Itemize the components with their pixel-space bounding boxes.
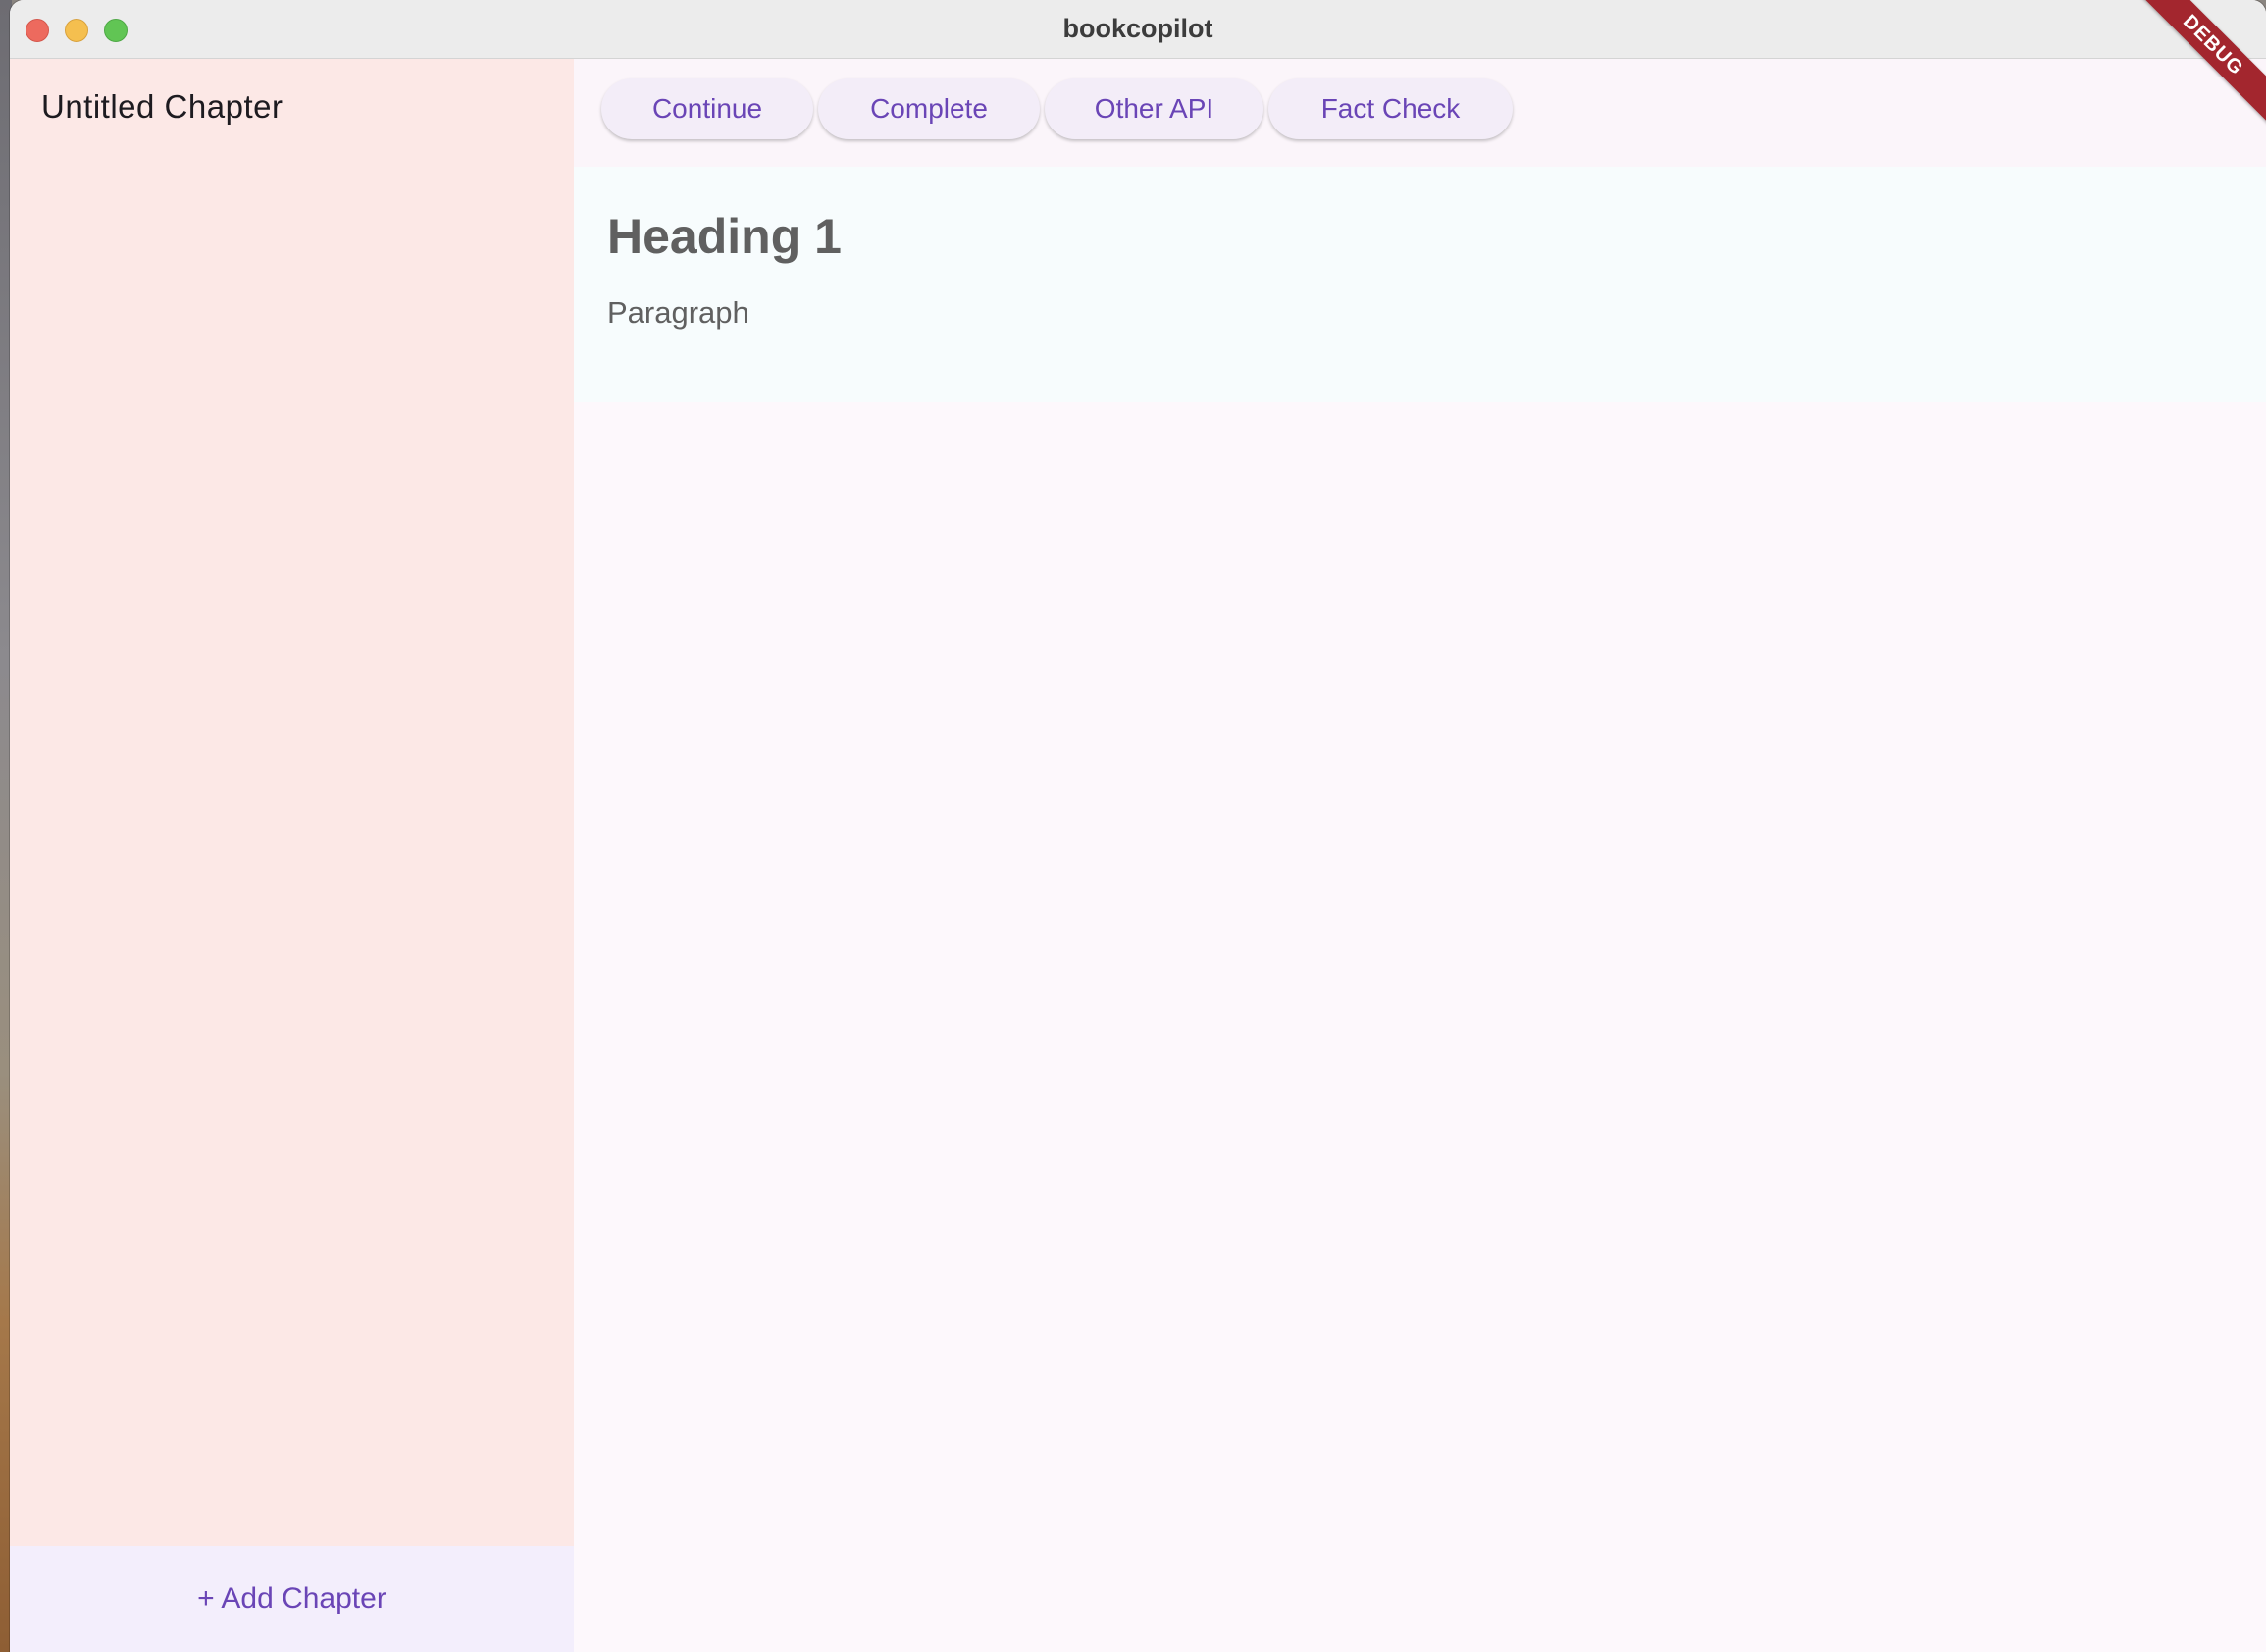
fact-check-button[interactable]: Fact Check	[1268, 78, 1513, 139]
other-api-button[interactable]: Other API	[1045, 78, 1263, 139]
editor-area[interactable]: Heading 1 Paragraph	[574, 167, 2266, 402]
toolbar: Continue Complete Other API Fact Check	[574, 59, 2266, 167]
sidebar-item-chapter[interactable]: Untitled Chapter	[41, 88, 283, 126]
main-panel: Continue Complete Other API Fact Check H…	[574, 59, 2266, 1652]
editor-paragraph[interactable]: Paragraph	[607, 295, 749, 331]
complete-button[interactable]: Complete	[818, 78, 1040, 139]
continue-button[interactable]: Continue	[601, 78, 813, 139]
window-title: bookcopilot	[1062, 14, 1213, 43]
add-chapter-button[interactable]: + Add Chapter	[10, 1546, 574, 1652]
title-bar: bookcopilot	[10, 0, 2266, 59]
editor-heading[interactable]: Heading 1	[607, 208, 842, 265]
app-window: bookcopilot Untitled Chapter + Add Chapt…	[10, 0, 2266, 1652]
chapter-sidebar: Untitled Chapter + Add Chapter	[10, 59, 574, 1652]
